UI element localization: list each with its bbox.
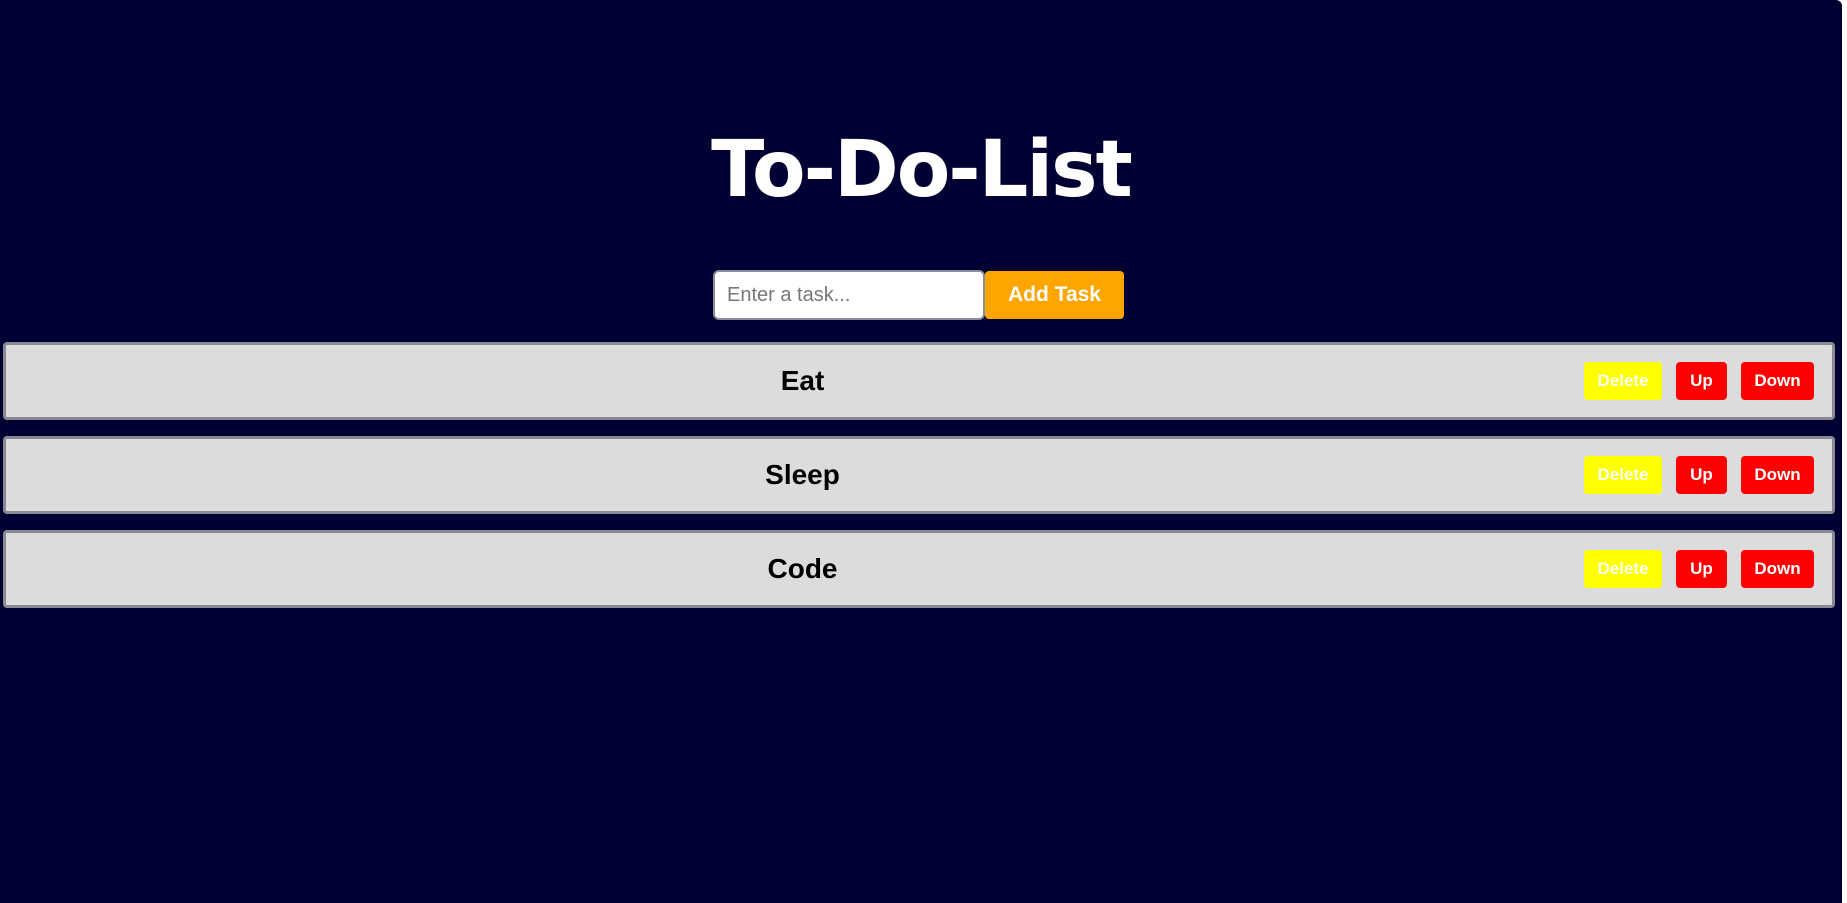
task-label: Sleep (765, 459, 840, 490)
move-down-button[interactable]: Down (1741, 456, 1814, 494)
delete-button[interactable]: Delete (1584, 550, 1662, 588)
task-actions: Delete Up Down (1584, 362, 1814, 400)
task-row: Sleep Delete Up Down (3, 436, 1835, 514)
add-task-button[interactable]: Add Task (985, 271, 1124, 319)
move-up-button[interactable]: Up (1676, 456, 1727, 494)
task-label: Code (767, 553, 838, 584)
task-row: Code Delete Up Down (3, 530, 1835, 608)
task-label: Eat (780, 365, 825, 396)
app-background: To-Do-List Add Task Eat Delete Up Down S… (0, 0, 1842, 903)
task-actions: Delete Up Down (1584, 550, 1814, 588)
move-up-button[interactable]: Up (1676, 550, 1727, 588)
page-title: To-Do-List (711, 125, 1133, 215)
task-row: Eat Delete Up Down (3, 342, 1835, 420)
move-down-button[interactable]: Down (1741, 362, 1814, 400)
delete-button[interactable]: Delete (1584, 456, 1662, 494)
task-actions: Delete Up Down (1584, 456, 1814, 494)
task-input[interactable] (713, 270, 985, 320)
delete-button[interactable]: Delete (1584, 362, 1662, 400)
move-up-button[interactable]: Up (1676, 362, 1727, 400)
task-list: Eat Delete Up Down Sleep Delete Up Down … (3, 342, 1835, 624)
move-down-button[interactable]: Down (1741, 550, 1814, 588)
